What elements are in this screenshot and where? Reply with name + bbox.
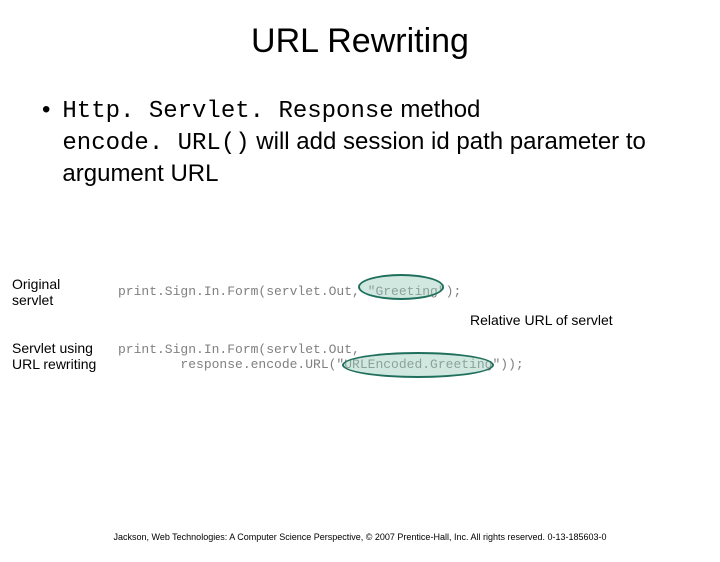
bullet-item: • Http. Servlet. Response method encode.…: [42, 95, 680, 189]
label-servlet-rewriting: Servlet using URL rewriting: [12, 340, 100, 372]
text-span-1: method: [394, 96, 481, 123]
code-span-2: encode. URL(): [62, 130, 249, 157]
page-title: URL Rewriting: [0, 22, 720, 61]
highlight-ellipse-encoded: [342, 352, 494, 378]
code-span-1: Http. Servlet. Response: [62, 98, 393, 125]
label-relative-url: Relative URL of servlet: [470, 312, 613, 328]
footer-citation: Jackson, Web Technologies: A Computer Sc…: [0, 532, 720, 542]
highlight-ellipse-greeting: [358, 274, 444, 300]
bullet-dot: •: [42, 95, 50, 125]
label-original-servlet: Original servlet: [12, 276, 92, 308]
bullet-text: Http. Servlet. Response method encode. U…: [62, 95, 680, 189]
